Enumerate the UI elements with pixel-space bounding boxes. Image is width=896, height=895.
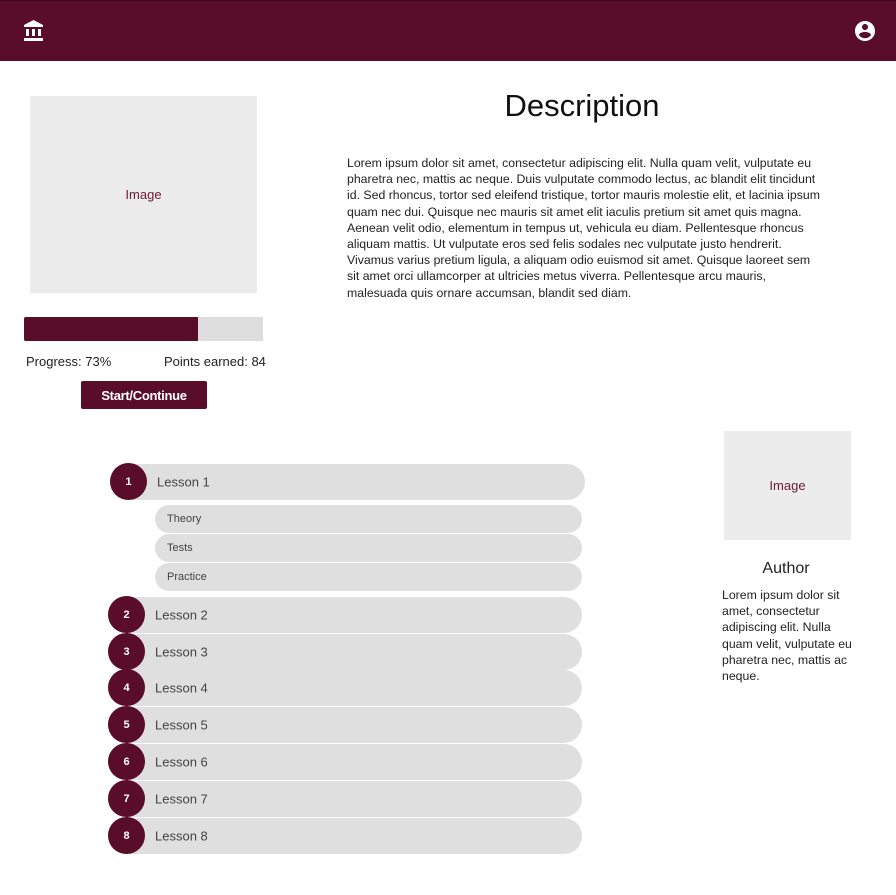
lesson-label: Lesson 2 [155, 607, 208, 623]
author-bio-text: Lorem ipsum dolor sit amet, consectetur … [722, 588, 852, 684]
lesson-item-1[interactable]: Lesson 1 [111, 464, 585, 500]
lesson-number-badge: 7 [108, 780, 145, 817]
lesson-label: Lesson 4 [155, 680, 208, 696]
points-earned-text: Points earned: 84 [164, 354, 266, 369]
lesson-item-8[interactable]: Lesson 8 [108, 818, 582, 854]
lesson-label: Lesson 5 [155, 717, 208, 733]
course-image-label: Image [125, 187, 162, 202]
lesson-label: Lesson 8 [155, 828, 208, 844]
lesson-label: Lesson 6 [155, 754, 208, 770]
description-text: Lorem ipsum dolor sit amet, consectetur … [347, 156, 820, 300]
subitem-label: Tests [167, 542, 193, 554]
lesson-number-badge: 1 [110, 463, 147, 500]
account-circle-icon[interactable] [852, 18, 878, 44]
subitem-label: Theory [167, 513, 202, 525]
start-continue-button[interactable]: Start/Continue [81, 381, 207, 409]
lesson-number-badge: 2 [108, 596, 145, 633]
lesson-item-7[interactable]: Lesson 7 [108, 781, 582, 817]
lesson-1-subitem-theory[interactable]: Theory [155, 505, 582, 533]
author-image-label: Image [769, 478, 806, 493]
lesson-number-badge: 5 [108, 706, 145, 743]
lesson-number-badge: 6 [108, 743, 145, 780]
progress-bar [24, 317, 263, 341]
lesson-item-4[interactable]: Lesson 4 [108, 670, 582, 706]
lesson-number-badge: 8 [108, 817, 145, 854]
progress-text: Progress: 73% [26, 354, 112, 369]
lesson-label: Lesson 7 [155, 791, 208, 807]
lesson-item-2[interactable]: Lesson 2 [108, 597, 582, 633]
subitem-label: Practice [167, 571, 207, 583]
lesson-item-5[interactable]: Lesson 5 [108, 707, 582, 743]
bank-icon[interactable] [21, 18, 47, 44]
lesson-1-subitem-practice[interactable]: Practice [155, 563, 582, 591]
lesson-label: Lesson 1 [157, 474, 210, 490]
description-title: Description [504, 88, 660, 123]
author-title: Author [762, 560, 810, 577]
lesson-1-subitem-tests[interactable]: Tests [155, 534, 582, 562]
progress-bar-fill [24, 317, 199, 341]
lesson-item-3[interactable]: Lesson 3 [108, 634, 582, 670]
author-image-placeholder: Image [724, 431, 851, 540]
lesson-number-badge: 4 [108, 669, 145, 706]
lesson-label: Lesson 3 [155, 644, 208, 660]
lesson-number-badge: 3 [108, 633, 145, 670]
lesson-item-6[interactable]: Lesson 6 [108, 744, 582, 780]
course-image-placeholder: Image [30, 96, 257, 293]
top-app-bar [0, 0, 896, 61]
